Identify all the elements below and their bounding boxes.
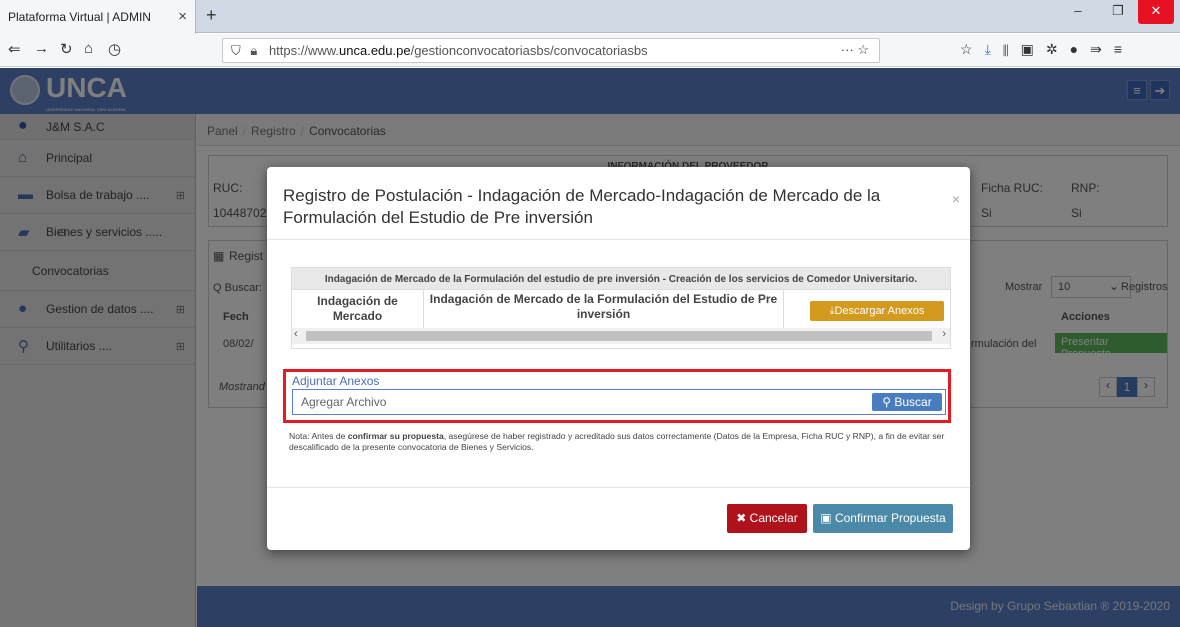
window-controls: – ❐ ✕ [1058,0,1180,24]
cancel-button[interactable]: ✖ Cancelar [727,504,807,533]
download-annexes-button[interactable]: ⤓Descargar Anexos [810,301,944,321]
attach-annexes-label: Adjuntar Anexos [292,374,380,388]
attach-annexes-highlight: Adjuntar Anexos Agregar Archivo ⚲ Buscar [283,369,951,423]
note-prefix: Nota: Antes de [289,431,348,441]
history-icon[interactable]: ◷ [108,40,121,58]
browse-button[interactable]: ⚲ Buscar [872,393,942,411]
url-bar[interactable]: ⛉ 🔒︎ https://www.unca.edu.pe/gestionconv… [222,38,880,63]
tab-title: Plataforma Virtual | ADMIN [8,10,151,24]
shield-icon: ⛉ [231,43,241,58]
scroll-left-icon[interactable]: ‹ [294,328,298,340]
url-path: /gestionconvocatoriasbs/convocatoriasbs [410,43,648,58]
tab-close-icon[interactable]: × [178,8,187,25]
browser-nav-bar: ⇐ → ↻ ⌂ ◷ ⛉ 🔒︎ https://www.unca.edu.pe/g… [0,34,1180,67]
home-icon[interactable]: ⌂ [84,40,93,57]
table-cell: Indagación de Mercado de la Formulación … [424,290,784,328]
lock-icon: 🔒︎ [250,43,258,58]
reload-icon[interactable]: ↻ [60,40,73,58]
bookmarks-star-icon[interactable]: ☆ [960,41,985,57]
page-actions-icon[interactable]: ··· ☆ [841,42,869,58]
url-prefix: https://www. [268,43,340,58]
browser-tab-bar: Plataforma Virtual | ADMIN × + – ❐ ✕ [0,0,1180,34]
divider [267,487,970,488]
back-icon[interactable]: ⇐ [8,40,21,58]
cancel-label: Cancelar [749,511,798,525]
table-cell: Indagación de Mercado [292,290,424,328]
note-bold: confirmar su propuesta [347,431,444,441]
window-close-icon[interactable]: ✕ [1138,0,1174,24]
confirm-label: Confirmar Propuesta [834,511,946,525]
restore-icon[interactable]: ❐ [1098,0,1138,24]
scroll-right-icon[interactable]: › [942,328,946,340]
modal-backdrop-header [0,68,1180,114]
forward-icon[interactable]: → [34,40,49,57]
horizontal-scrollbar[interactable]: ‹ › [292,328,950,344]
browser-tab[interactable]: Plataforma Virtual | ADMIN × [0,0,196,34]
scrollbar-thumb[interactable] [306,331,932,341]
extension-icon[interactable]: ✲ [1046,41,1070,57]
download-icon[interactable]: ⤓ [985,41,1003,57]
minimize-icon[interactable]: – [1058,0,1098,24]
note-text: Nota: Antes de confirmar su propuesta, a… [289,431,959,453]
search-icon: ⚲ [882,395,895,409]
attach-placeholder: Agregar Archivo [301,395,387,409]
confirm-proposal-button[interactable]: ▣ Confirmar Propuesta [813,504,953,533]
postulacion-modal: Registro de Postulación - Indagación de … [267,167,970,550]
library-icon[interactable]: ⫴ [1003,41,1021,57]
menu-icon[interactable]: ≡ [1114,41,1134,57]
close-icon[interactable]: × [952,191,960,207]
save-icon: ▣ [820,511,835,525]
table-header: Indagación de Mercado de la Formulación … [292,268,950,290]
browse-label: Buscar [894,395,932,409]
toolbar-icons: ☆⤓⫴▣✲●⇛≡ [960,41,1134,58]
new-tab-button[interactable]: + [206,5,217,26]
attach-file-input[interactable]: Agregar Archivo ⚲ Buscar [292,389,946,415]
modal-title: Registro de Postulación - Indagación de … [283,186,881,227]
account-icon[interactable]: ● [1070,41,1090,57]
anexos-table: Indagación de Mercado de la Formulación … [291,267,951,349]
divider [267,239,970,240]
url-domain: unca.edu.pe [339,43,411,58]
download-label: Descargar Anexos [834,305,925,317]
forward-extension-icon[interactable]: ⇛ [1090,41,1114,57]
reader-icon[interactable]: ▣ [1021,41,1046,57]
close-icon: ✖ [736,511,750,525]
